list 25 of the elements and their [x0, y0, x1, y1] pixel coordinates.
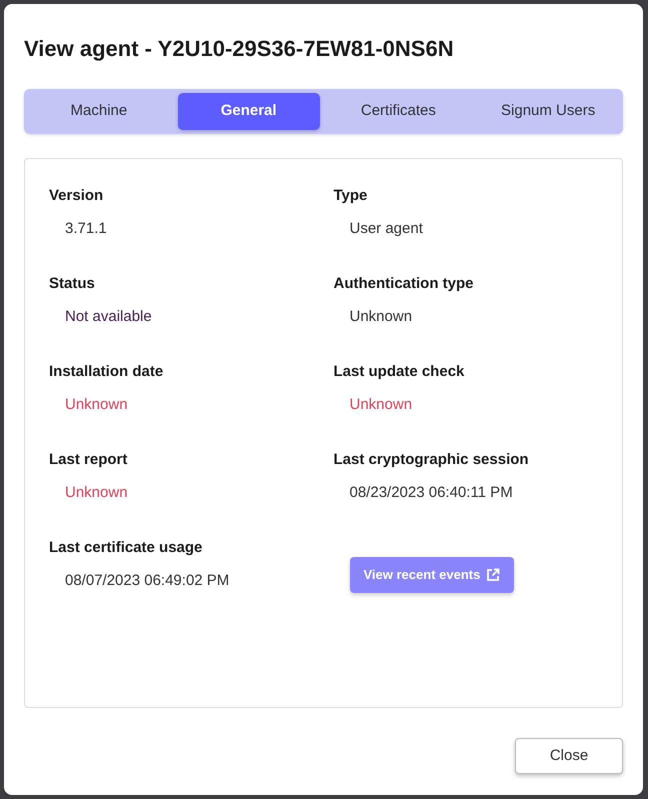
field-label: Installation date — [49, 362, 164, 382]
field-label: Last update check — [334, 362, 466, 382]
tab[interactable]: Signum Users — [477, 93, 619, 130]
field-value: 08/23/2023 06:40:11 PM — [350, 482, 514, 502]
external-link-icon — [486, 568, 500, 582]
field-label: Version — [49, 186, 104, 206]
field-value: 08/07/2023 06:49:02 PM — [65, 570, 230, 590]
field-label: Last cryptographic session — [334, 450, 530, 470]
field-value: Unknown — [350, 394, 414, 414]
field-label: Type — [334, 186, 368, 206]
close-button[interactable]: Close — [515, 738, 623, 774]
field-label: Status — [49, 274, 96, 294]
field-value: User agent — [350, 218, 424, 238]
field-value: Unknown — [65, 394, 129, 414]
field-value: Unknown — [350, 306, 414, 326]
field-value: 3.71.1 — [65, 218, 108, 238]
tab[interactable]: Certificates — [328, 93, 470, 130]
field-value: Not available — [65, 306, 153, 326]
tab[interactable]: Machine — [28, 93, 170, 130]
dialog-title: View agent - Y2U10-29S36-7EW81-0NS6N — [24, 35, 455, 63]
tab[interactable]: General — [178, 93, 320, 130]
field-label: Authentication type — [334, 274, 475, 294]
field-label: Last certificate usage — [49, 538, 204, 558]
field-value: Unknown — [65, 482, 129, 502]
field-label: Last report — [49, 450, 128, 470]
